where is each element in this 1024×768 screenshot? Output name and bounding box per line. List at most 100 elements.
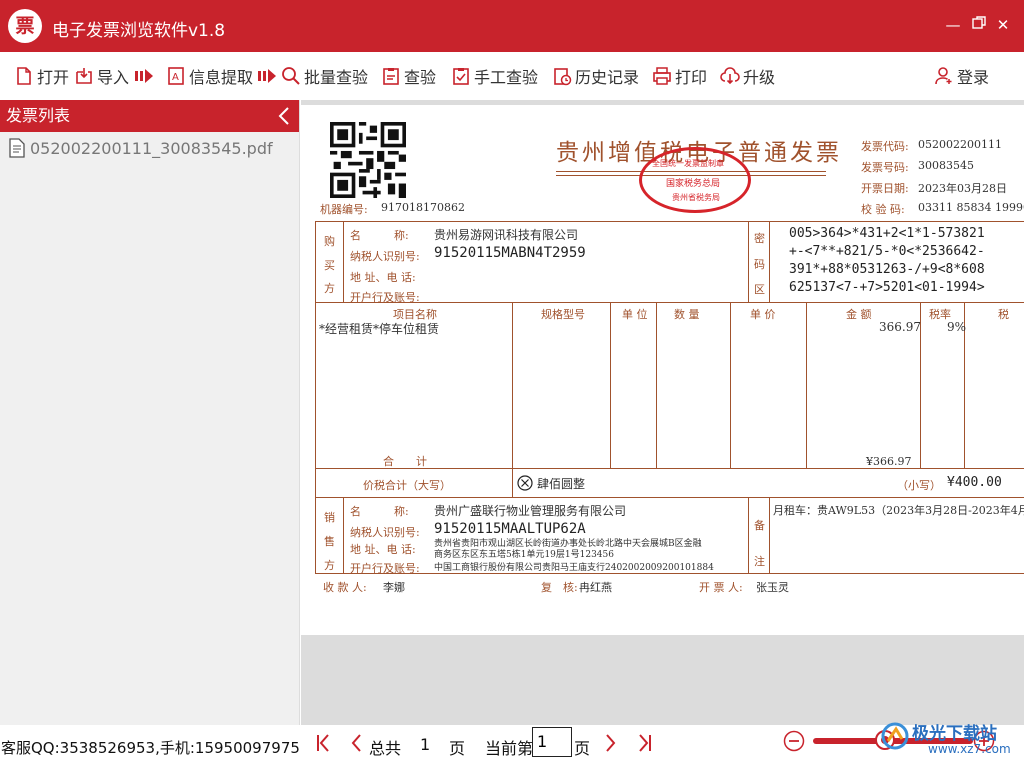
seller-tax-label: 纳税人识别号: [350, 526, 420, 539]
remark-side-label: 备 [754, 519, 765, 532]
extract-icon: A [168, 67, 184, 85]
item-rate: 9% [947, 320, 967, 334]
buyer-side-label: 买 [324, 259, 335, 272]
col-amount-header: 金 额 [846, 308, 872, 321]
current-page-input[interactable]: 1 [532, 727, 572, 757]
invoice-list-header: 发票列表 [0, 100, 299, 132]
total-label: 合 计 [383, 455, 427, 468]
invoice-number: 30083545 [918, 159, 974, 172]
cipher-line: +-<7**+821/5-*0<*2536642- [789, 244, 985, 259]
last-page-icon[interactable] [638, 733, 652, 753]
manual-check-button[interactable]: 手工查验 [451, 64, 538, 88]
table-border [769, 221, 770, 302]
file-name: 052002200111_30083545.pdf [30, 138, 273, 158]
buyer-side-label: 购 [324, 235, 335, 248]
seal-bottom-text: 贵州省税务局 [672, 193, 720, 202]
cross-circle-icon [517, 475, 533, 491]
prev-page-icon[interactable] [350, 733, 362, 753]
buyer-address-label: 地 址、电 话: [350, 271, 416, 284]
cipher-line: 391*+88*0531263-/+9<8*608 [789, 262, 985, 277]
minimize-icon[interactable]: — [943, 14, 963, 36]
payee-name: 李娜 [383, 581, 405, 594]
remark-text: 月租车：贵AW9L53（2023年3月28日-2023年4月2 [773, 504, 1024, 517]
col-unit-header: 单 位 [622, 308, 648, 321]
seal-middle-text: 国家税务总局 [666, 179, 721, 189]
cipher-line: 005>364>*431+2<1*1-573821 [789, 226, 985, 241]
check-doc-icon [383, 68, 399, 85]
table-border [748, 497, 749, 573]
check-button[interactable]: 查验 [381, 64, 436, 88]
open-file-icon [17, 67, 31, 85]
col-price-header: 单 价 [750, 308, 776, 321]
payee-label: 收 款 人: [323, 581, 367, 594]
extract-button[interactable]: A 信息提取 [166, 64, 253, 88]
col-tax-header: 税 [998, 308, 1009, 321]
watermark-logo-icon [881, 722, 909, 750]
title-bar: 票 电子发票浏览软件v1.8 — ✕ [0, 0, 1024, 52]
first-page-icon[interactable] [316, 733, 330, 753]
cipher-side-label: 区 [754, 283, 765, 296]
batch-check-button[interactable]: 批量查验 [281, 64, 368, 88]
table-border [610, 302, 611, 468]
qr-code-icon [330, 122, 406, 198]
machine-no-label: 机器编号: [320, 203, 368, 216]
toolbar: 打开 导入 A 信息提取 批量查验 查验 手工查验 历史记录 打印 升级 登录 [0, 52, 1024, 100]
table-border [343, 497, 344, 573]
sum-in-words: 肆佰圆整 [537, 477, 586, 491]
table-border [315, 302, 1024, 303]
collapse-chevron-icon[interactable] [277, 106, 291, 126]
cipher-side-label: 码 [754, 258, 765, 271]
invoice-date-label: 开票日期: [861, 182, 909, 195]
buyer-tax-id: 91520115MABN4T2959 [434, 245, 586, 261]
import-label: 导入 [97, 68, 130, 87]
col-spec-header: 规格型号 [541, 308, 585, 321]
customer-service-contact: 客服QQ:3538526953,手机:15950097975 [1, 739, 300, 757]
login-label: 登录 [957, 68, 990, 87]
open-button[interactable]: 打开 [14, 64, 69, 88]
current-page-label: 当前第 [485, 739, 534, 758]
tax-seal: 全国统一发票监制章 国家税务总局 贵州省税务局 [639, 147, 751, 213]
seller-bank-label: 开户行及账号: [350, 562, 420, 575]
buyer-name: 贵州易游网讯科技有限公司 [434, 228, 579, 242]
seller-side-label: 售 [324, 535, 335, 548]
total-amount: ¥366.97 [866, 455, 912, 468]
seller-name: 贵州广盛联行物业管理服务有限公司 [434, 504, 627, 518]
invoice-page: 机器编号: 917018170862 贵州增值税电子普通发票 全国统一发票监制章… [301, 105, 1024, 635]
history-label: 历史记录 [575, 68, 640, 87]
table-border [315, 221, 316, 573]
invoice-number-label: 发票号码: [861, 161, 909, 174]
invoice-code-label: 发票代码: [861, 140, 909, 153]
check-label: 查验 [404, 68, 437, 87]
sum-small-label: （小写） [897, 479, 941, 492]
close-icon[interactable]: ✕ [993, 14, 1013, 36]
next-page-icon[interactable] [605, 733, 617, 753]
print-button[interactable]: 打印 [652, 64, 707, 88]
invoice-list-panel: 发票列表 052002200111_30083545.pdf [0, 100, 300, 725]
printer-icon [653, 67, 671, 85]
arrow-right-icon [135, 69, 153, 83]
restore-icon[interactable] [969, 14, 989, 36]
watermark-url: www.xz7.com [928, 742, 1011, 756]
total-pages-label: 总共 [369, 739, 402, 758]
zoom-out-icon[interactable] [783, 730, 805, 752]
table-border [315, 221, 1024, 222]
import-button[interactable]: 导入 [74, 64, 129, 88]
reviewer-name: 冉红燕 [579, 581, 612, 594]
login-button[interactable]: 登录 [934, 64, 989, 88]
history-button[interactable]: 历史记录 [552, 64, 639, 88]
arrow-right-icon [258, 69, 276, 83]
machine-no: 917018170862 [381, 201, 465, 214]
remark-side-label: 注 [754, 555, 765, 568]
invoice-list-title: 发票列表 [6, 106, 71, 125]
batch-check-label: 批量查验 [304, 68, 369, 87]
seller-side-label: 销 [324, 511, 335, 524]
table-border [730, 302, 731, 468]
seal-top-text: 全国统一发票监制章 [652, 159, 724, 168]
print-label: 打印 [675, 68, 708, 87]
upgrade-button[interactable]: 升级 [720, 64, 775, 88]
table-border [806, 302, 807, 468]
invoice-date: 2023年03月28日 [918, 182, 1007, 195]
list-item[interactable]: 052002200111_30083545.pdf [8, 138, 273, 158]
seller-bank: 中国工商银行股份有限公司贵阳马王庙支行2402002009200101884 [434, 563, 714, 573]
table-border [315, 497, 1024, 498]
